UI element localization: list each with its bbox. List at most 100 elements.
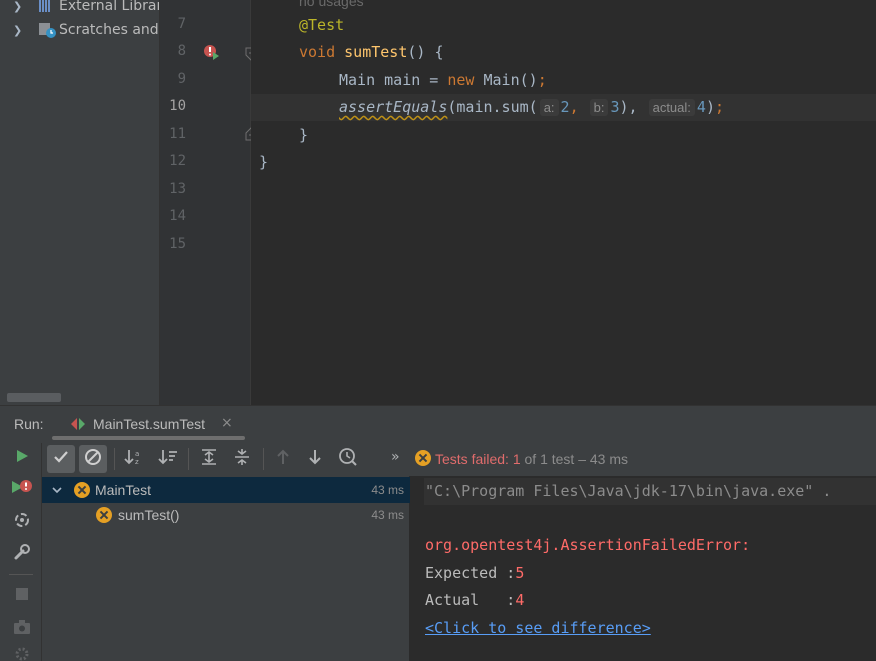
line-number: 14 <box>169 208 186 224</box>
chevron-right-icon[interactable]: ❯ <box>13 0 27 13</box>
test-row-method[interactable]: sumTest() 43 ms <box>42 503 410 529</box>
console-actual: Actual :4 <box>425 587 524 614</box>
sort-alphabetically-button[interactable]: az <box>120 445 148 473</box>
tree-item-label: Scratches and <box>59 22 159 38</box>
tab-underline <box>52 436 245 440</box>
rerun-button[interactable] <box>11 447 33 469</box>
toolbar-separator <box>114 448 115 470</box>
comma: , <box>569 98 579 116</box>
console-output[interactable]: "C:\Program Files\Java\jdk-17\bin\java.e… <box>410 476 876 661</box>
status-suffix: of 1 test – 43 ms <box>520 451 629 467</box>
scratches-icon <box>37 22 57 38</box>
sort-alpha-icon: az <box>124 448 144 470</box>
ignored-icon <box>84 448 102 470</box>
close-icon[interactable]: × <box>221 415 233 431</box>
code-line-7: @Test <box>299 12 344 39</box>
toolbar-separator <box>188 448 189 470</box>
code-line-9: Main main = new Main(); <box>339 67 547 94</box>
test-duration: 43 ms <box>371 508 404 522</box>
rerun-failed-button[interactable] <box>11 479 33 501</box>
previous-failed-button[interactable] <box>269 445 297 473</box>
svg-text:z: z <box>135 458 139 466</box>
annotation: @Test <box>299 16 345 34</box>
code-line-8: void sumTest() { <box>299 39 444 66</box>
test-toolbar: az » Tests failed: 1 of 1 test – 43 ms <box>42 443 876 476</box>
run-tab-title: MainTest.sumTest <box>93 416 206 432</box>
auto-test-icon <box>13 511 31 533</box>
warning-icon <box>415 450 431 466</box>
run-vertical-toolbar <box>0 443 42 661</box>
editor-gutter: 7 8 9 10 11 12 13 14 15 <box>160 0 257 405</box>
code-text: Main main = <box>339 71 448 89</box>
settings-button[interactable] <box>11 543 33 565</box>
show-passed-button[interactable] <box>47 445 75 473</box>
overflow-chevron-icon[interactable]: » <box>391 449 400 465</box>
expected-value: 5 <box>515 564 525 582</box>
method-call[interactable]: assertEquals <box>339 98 447 116</box>
tree-item-external-libraries[interactable]: ❯ External Librari <box>0 0 159 17</box>
test-duration: 43 ms <box>371 483 404 497</box>
code-line-10: assertEquals(main.sum(a: 2, b: 3), actual:… <box>251 94 876 121</box>
sort-by-duration-button[interactable] <box>154 445 182 473</box>
collapse-all-button[interactable] <box>228 445 256 473</box>
run-tool-window-header: Run: MainTest.sumTest × <box>0 405 876 443</box>
arrow-down-icon <box>307 448 323 470</box>
show-ignored-button[interactable] <box>79 445 107 473</box>
param-hint-a: a: <box>539 99 559 116</box>
test-history-button[interactable] <box>334 445 362 473</box>
test-row-class[interactable]: MainTest 43 ms <box>42 477 410 503</box>
code-text: Main() <box>474 71 538 89</box>
test-status: Tests failed: 1 of 1 test – 43 ms <box>415 450 628 467</box>
test-name: sumTest() <box>118 507 180 523</box>
see-difference-link[interactable]: <Click to see difference> <box>425 615 651 642</box>
expand-all-icon <box>200 448 218 470</box>
chevron-right-icon[interactable]: ❯ <box>13 24 27 37</box>
stop-icon <box>15 587 29 605</box>
library-icon <box>37 0 57 14</box>
code-text: ) <box>705 98 715 116</box>
code-editor[interactable]: no usages @Test void sumTest() { Main ma… <box>251 0 876 405</box>
test-failed-run-icon[interactable] <box>202 43 220 65</box>
expected-label: Expected : <box>425 564 516 582</box>
status-failed-count: 1 <box>512 451 521 467</box>
console-command[interactable]: "C:\Program Files\Java\jdk-17\bin\java.e… <box>424 478 876 505</box>
code-text: } <box>299 126 309 144</box>
test-name: MainTest <box>95 482 152 498</box>
check-icon <box>53 450 69 468</box>
toggle-auto-test-button[interactable] <box>11 511 33 533</box>
more-settings-button[interactable] <box>11 645 33 661</box>
gear-icon <box>14 646 30 661</box>
code-text: () { <box>407 43 444 61</box>
dump-threads-button[interactable] <box>11 618 33 640</box>
param-hint-b: b: <box>589 99 609 116</box>
divider <box>9 574 33 575</box>
run-tab[interactable]: MainTest.sumTest × <box>52 406 245 444</box>
keyword: void <box>299 43 336 61</box>
svg-text:a: a <box>135 450 139 458</box>
actual-value: 4 <box>515 591 525 609</box>
code-line-11: } <box>299 122 308 149</box>
semicolon: ; <box>714 98 724 116</box>
semicolon: ; <box>537 71 547 89</box>
history-icon <box>338 447 358 471</box>
line-number: 8 <box>177 43 186 59</box>
code-text: (main.sum( <box>447 98 538 116</box>
param-hint-actual: actual: <box>648 99 695 116</box>
expand-all-button[interactable] <box>195 445 223 473</box>
number-literal: 3 <box>610 98 620 116</box>
horizontal-scrollbar[interactable] <box>7 393 61 402</box>
sort-duration-icon <box>158 448 178 470</box>
next-failed-button[interactable] <box>301 445 329 473</box>
wrench-icon <box>13 543 31 565</box>
toolbar-separator <box>263 448 264 470</box>
code-text: ), <box>619 98 638 116</box>
chevron-down-icon[interactable] <box>52 482 62 498</box>
rerun-failed-icon <box>11 479 33 501</box>
actual-label: Actual : <box>425 591 516 609</box>
line-number-current: 10 <box>169 98 186 114</box>
play-icon <box>14 448 30 468</box>
tree-item-scratches[interactable]: ❯ Scratches and <box>0 19 159 41</box>
number-literal: 2 <box>560 98 570 116</box>
stop-button[interactable] <box>11 585 33 607</box>
method-name: sumTest <box>344 43 408 61</box>
